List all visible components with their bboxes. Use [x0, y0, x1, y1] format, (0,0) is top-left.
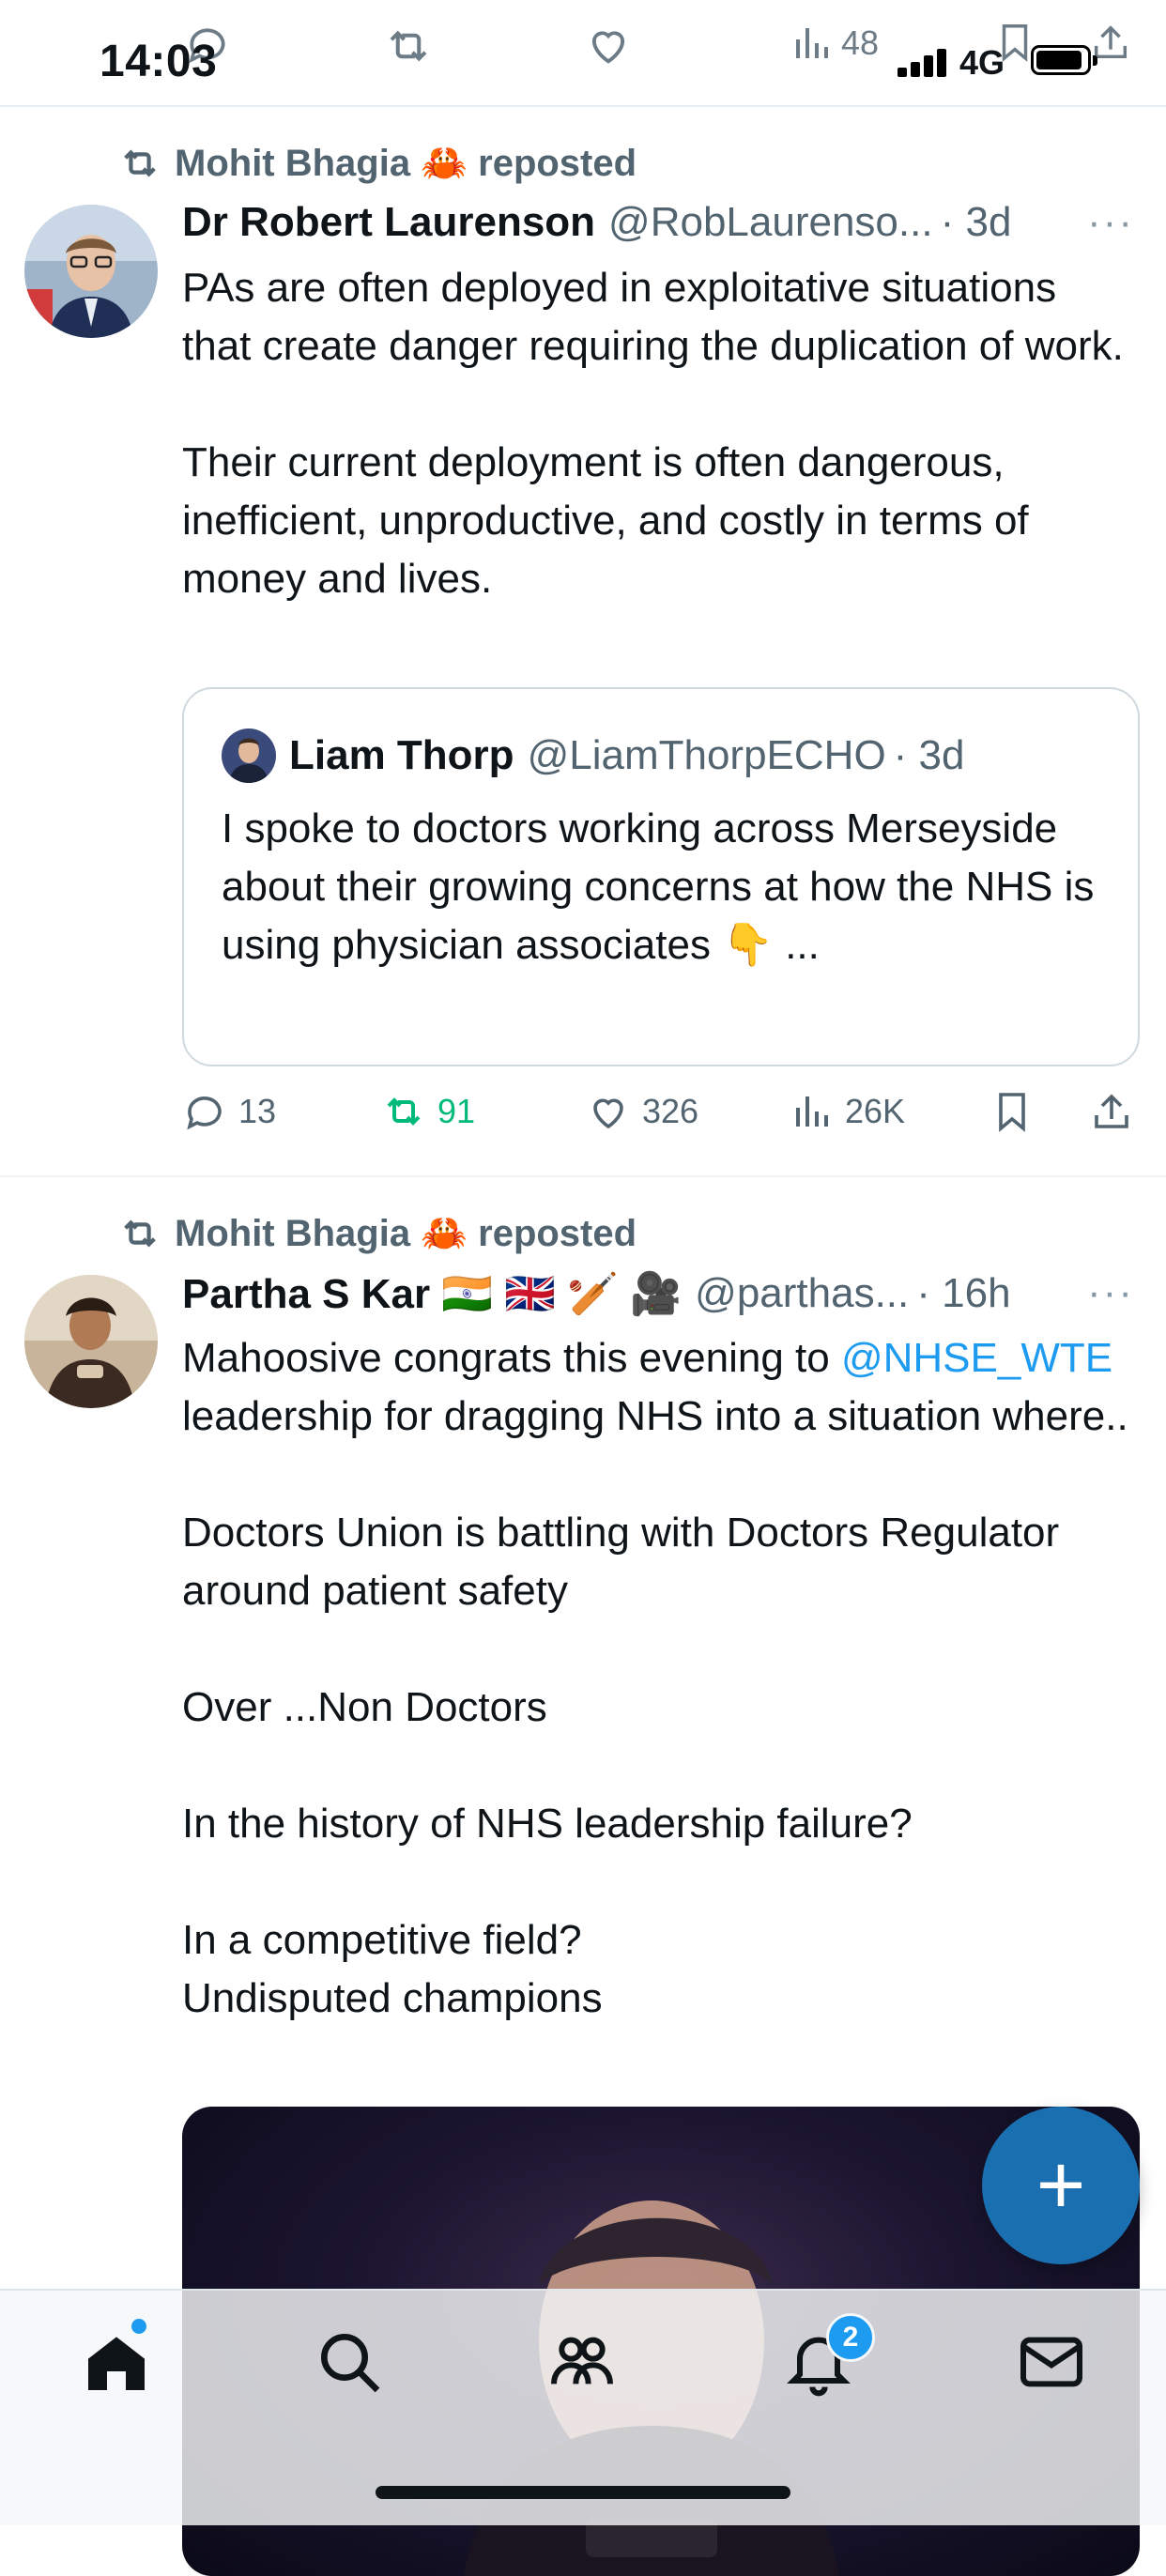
- search-icon: [321, 2334, 380, 2393]
- like-icon: [593, 1098, 623, 1129]
- status-bar: 48 14:03 4G: [0, 0, 1166, 107]
- quote-author-handle: @LiamThorpECHO: [527, 732, 886, 778]
- repost-icon: [387, 1097, 421, 1126]
- repost-icon: [124, 149, 156, 176]
- reply-count: 13: [238, 1092, 277, 1130]
- like-icon: [584, 21, 633, 79]
- avatar[interactable]: [24, 205, 158, 338]
- mention-link[interactable]: @NHSE_WTE: [841, 1335, 1112, 1381]
- reply-button[interactable]: 13: [182, 1089, 276, 1134]
- home-icon: [88, 2337, 145, 2390]
- author-name[interactable]: Partha S Kar 🇮🇳 🇬🇧 🏏 🎥: [182, 1269, 682, 1318]
- author-name[interactable]: Dr Robert Laurenson: [182, 199, 595, 246]
- search-tab[interactable]: [312, 2324, 387, 2400]
- more-options-button[interactable]: ···: [1087, 1269, 1134, 1316]
- bookmark-icon: [999, 1093, 1025, 1132]
- share-icon: [1095, 1094, 1128, 1128]
- communities-icon: [551, 2337, 613, 2384]
- quote-time: · 3d: [893, 732, 965, 778]
- repost-label: Mohit Bhagia 🦀 reposted: [175, 143, 637, 184]
- repost-label: Mohit Bhagia 🦀 reposted: [175, 1213, 637, 1254]
- tweet-divider: [0, 1175, 1166, 1177]
- views-icon: [796, 1096, 828, 1127]
- tweet-paragraph: PAs are often deployed in exploitative s…: [182, 265, 1124, 369]
- like-count: 326: [642, 1092, 699, 1130]
- author-handle[interactable]: @RobLaurenso...: [608, 199, 933, 246]
- tweet-paragraph: Undisputed champions: [182, 1975, 603, 2021]
- quoted-tweet[interactable]: Liam Thorp @LiamThorpECHO · 3d I spoke t…: [182, 687, 1140, 1066]
- home-tab[interactable]: [79, 2324, 154, 2400]
- tweet-header: Dr Robert Laurenson @RobLaurenso... · 3d: [182, 199, 1134, 246]
- home-unread-dot: [131, 2319, 146, 2334]
- tweet-paragraph: Mahoosive congrats this evening to @NHSE…: [182, 1329, 1130, 1446]
- compose-button[interactable]: +: [982, 2107, 1140, 2264]
- tweet-body: PAs are often deployed in exploitative s…: [182, 259, 1130, 608]
- tweet-text: Mahoosive congrats this evening to: [182, 1335, 830, 1381]
- author-handle[interactable]: @parthas...: [695, 1270, 909, 1317]
- tweet-time[interactable]: · 3d: [941, 199, 1012, 246]
- quote-body: I spoke to doctors working across Mersey…: [222, 805, 1095, 968]
- tweet-header: Partha S Kar 🇮🇳 🇬🇧 🏏 🎥 @parthas... · 16h: [182, 1269, 1134, 1318]
- tweet-paragraph: Over ...Non Doctors: [182, 1684, 547, 1730]
- home-indicator: [376, 2486, 790, 2499]
- tweet-paragraph: In a competitive field?: [182, 1917, 582, 1963]
- status-time: 14:03: [100, 37, 218, 86]
- tweet-paragraph: Doctors Union is battling with Doctors R…: [182, 1510, 1060, 1614]
- repost-icon: [124, 1219, 156, 1247]
- tweet-actions: 13 91 326 26K: [182, 1089, 1130, 1145]
- signal-icon: [898, 47, 950, 77]
- communities-tab[interactable]: [545, 2324, 620, 2400]
- share-button[interactable]: [1089, 1089, 1134, 1134]
- tweet-paragraph: Their current deployment is often danger…: [182, 439, 1029, 602]
- tweet-paragraph: In the history of NHS leadership failure…: [182, 1801, 913, 1847]
- notifications-badge: 2: [826, 2313, 875, 2362]
- quote-author-name: Liam Thorp: [289, 732, 514, 778]
- repost-icon: [383, 21, 434, 81]
- battery-icon: [1031, 45, 1097, 75]
- views-button[interactable]: 26K: [789, 1089, 905, 1134]
- like-button[interactable]: 326: [586, 1089, 698, 1134]
- repost-indicator: Mohit Bhagia 🦀 reposted: [118, 141, 637, 185]
- repost-count: 91: [437, 1092, 476, 1130]
- more-options-button[interactable]: ···: [1087, 199, 1134, 246]
- tweet-time[interactable]: · 16h: [916, 1270, 1010, 1317]
- bookmark-button[interactable]: [990, 1089, 1035, 1134]
- views-ghost: 48: [789, 21, 879, 66]
- network-type: 4G: [959, 43, 1005, 82]
- mail-icon: [1020, 2337, 1082, 2387]
- messages-tab[interactable]: [1014, 2324, 1089, 2400]
- tweet-body: Mahoosive congrats this evening to @NHSE…: [182, 1329, 1130, 2028]
- views-count: 26K: [845, 1092, 906, 1130]
- quote-avatar: [222, 728, 276, 783]
- repost-indicator: Mohit Bhagia 🦀 reposted: [118, 1211, 637, 1255]
- tweet-text: leadership for dragging NHS into a situa…: [182, 1393, 1128, 1439]
- repost-button[interactable]: 91: [381, 1089, 475, 1134]
- avatar[interactable]: [24, 1275, 158, 1408]
- quote-header: Liam Thorp @LiamThorpECHO · 3d: [222, 728, 965, 783]
- reply-icon: [187, 1096, 222, 1130]
